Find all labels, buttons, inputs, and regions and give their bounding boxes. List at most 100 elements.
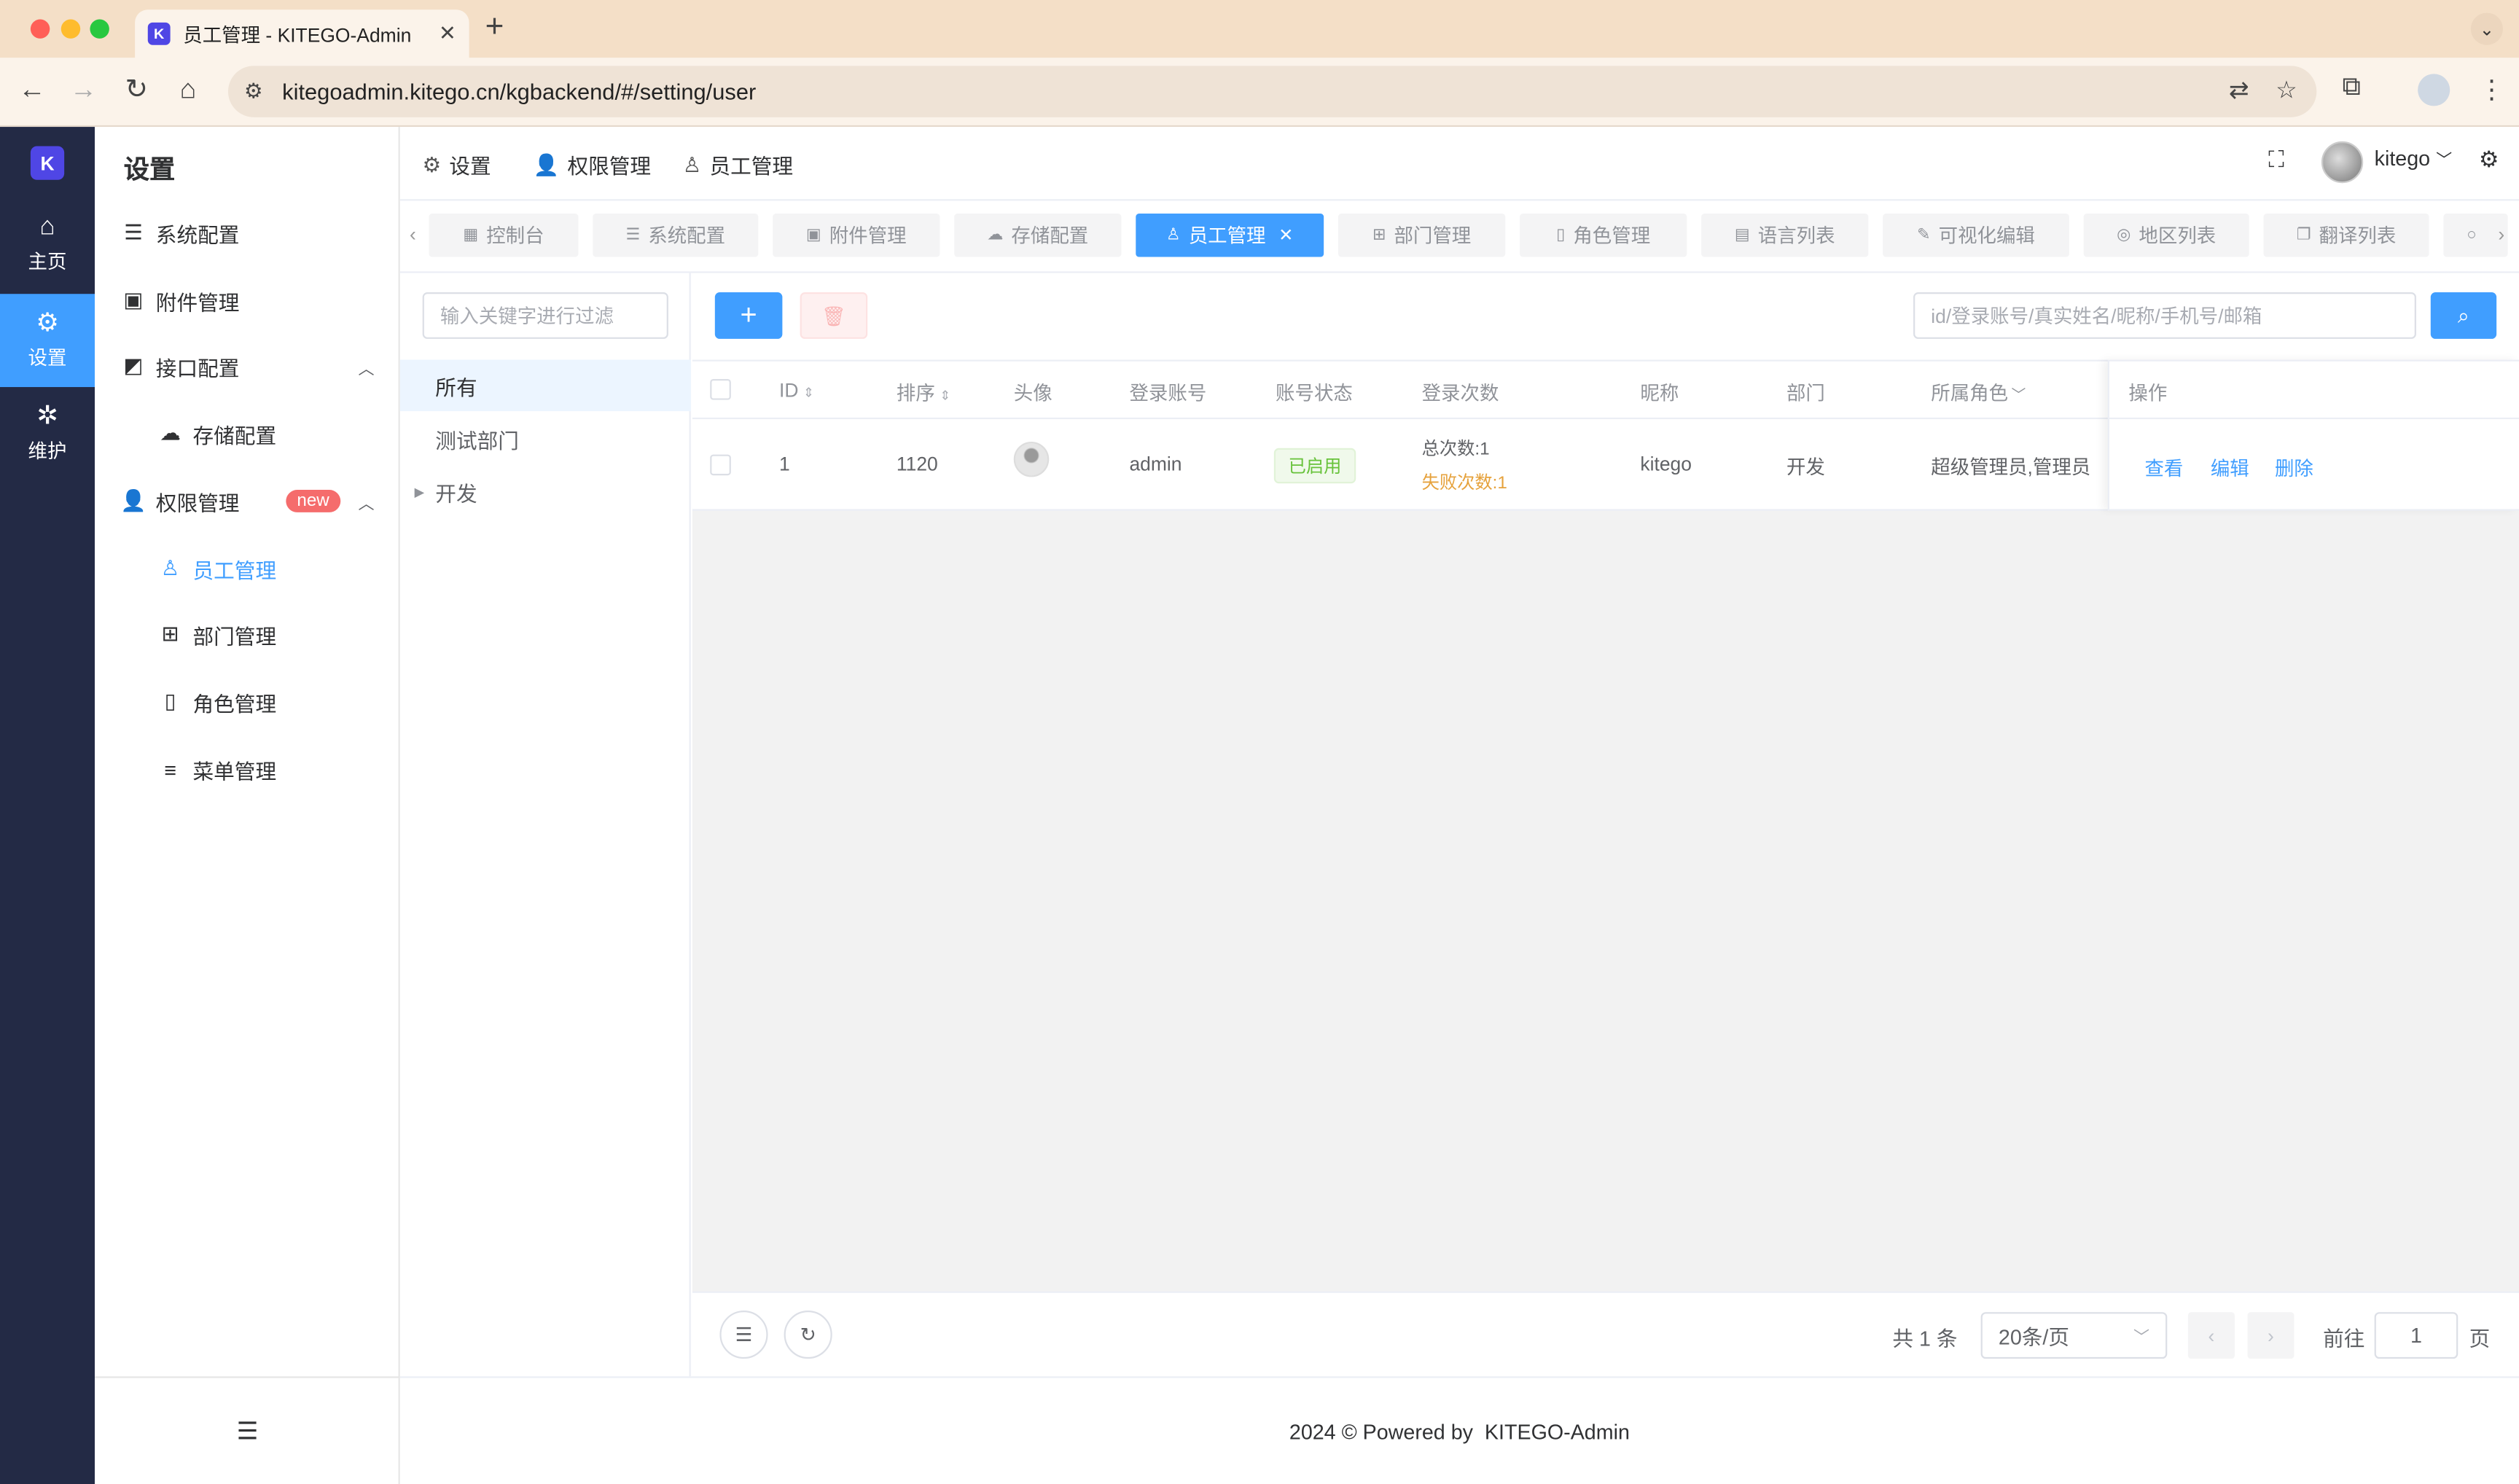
next-page-button[interactable]: › (2247, 1312, 2295, 1359)
prev-page-button[interactable]: ‹ (2187, 1312, 2235, 1359)
maximize-window-button[interactable] (90, 19, 109, 39)
menu-item-system-config[interactable]: ☰ 系统配置 (95, 200, 400, 265)
menu-item-roles[interactable]: ▯ 角色管理 (95, 670, 400, 734)
menu-item-storage-config[interactable]: ☁ 存储配置 (95, 402, 400, 466)
reload-icon[interactable]: ↻ (119, 74, 154, 106)
back-icon[interactable]: ← (15, 74, 50, 106)
column-settings-button[interactable]: ☰ (719, 1311, 768, 1359)
cloud-icon: ☁ (160, 421, 181, 445)
tag-label: 附件管理 (829, 224, 907, 248)
tags-scroll-right-icon[interactable]: › (2498, 223, 2504, 246)
breadcrumb-item-staff: ♙ 员工管理 (683, 149, 793, 180)
book-icon: ▯ (164, 689, 176, 714)
column-header-id[interactable]: ID ⇕ (779, 379, 814, 402)
tag-attachments[interactable]: ▣ 附件管理 (773, 214, 940, 257)
cell-nickname: kitego (1640, 453, 1692, 476)
address-bar[interactable]: ⚙ kitegoadmin.kitego.cn/kgbackend/#/sett… (227, 66, 2317, 117)
search-button[interactable]: ⌕ (2430, 292, 2497, 339)
site-info-icon[interactable]: ⚙ (244, 79, 263, 104)
settings-gear-icon[interactable]: ⚙ (2479, 147, 2499, 173)
row-checkbox[interactable] (710, 454, 731, 476)
profile-avatar[interactable] (2418, 74, 2450, 106)
page-size-select[interactable]: 20条/页 ﹀ (1980, 1312, 2168, 1359)
menu-item-permissions[interactable]: 👤 权限管理 new ︿ (95, 469, 400, 533)
tab-search-button[interactable]: ⌄ (2470, 12, 2503, 45)
sort-icon[interactable]: ⇕ (803, 386, 814, 400)
home-icon[interactable]: ⌂ (171, 74, 206, 106)
cell-failed-logins: 失败次数:1 (1421, 474, 1507, 493)
menu-item-api-config[interactable]: ◩ 接口配置 ︿ (95, 334, 400, 398)
translate-icon[interactable]: ⇄ (2229, 76, 2249, 104)
tree-node-label: 测试部门 (435, 428, 519, 453)
collapse-icon: ☰ (236, 1418, 259, 1446)
tags-scroll-left-icon[interactable]: ‹ (410, 223, 416, 246)
column-label: ID (778, 379, 799, 402)
new-tab-button[interactable]: + (485, 9, 504, 47)
collapse-menu-button[interactable]: ☰ (95, 1376, 400, 1484)
search-input[interactable]: id/登录账号/真实姓名/昵称/手机号/邮箱 (1913, 292, 2416, 339)
column-header-roles[interactable]: 所属角色 ﹀ (1931, 379, 2026, 406)
goto-page-input[interactable]: 1 (2374, 1312, 2459, 1359)
breadcrumb-item-permissions[interactable]: 👤 权限管理 (534, 149, 651, 180)
menu-item-departments[interactable]: ⊞ 部门管理 (95, 602, 400, 666)
fullscreen-icon[interactable]: ⛶ (2268, 147, 2284, 173)
caret-right-icon[interactable]: ▶ (415, 484, 425, 499)
close-tag-icon[interactable]: ✕ (1278, 224, 1293, 246)
browser-menu-icon[interactable]: ⋮ (2479, 74, 2504, 106)
forward-icon[interactable]: → (66, 74, 101, 106)
tag-label: 可视化编辑 (1938, 224, 2035, 248)
user-avatar[interactable] (2321, 141, 2364, 184)
tag-visual-editor[interactable]: ✎ 可视化编辑 (1883, 214, 2069, 257)
tree-node-dev[interactable]: ▶ 开发 (400, 466, 691, 518)
close-window-button[interactable] (30, 19, 50, 39)
tag-departments[interactable]: ⊞ 部门管理 (1337, 214, 1506, 257)
tree-node-all[interactable]: 所有 (399, 359, 691, 412)
menu-item-menus[interactable]: ≡ 菜单管理 (95, 737, 400, 801)
column-header-sort[interactable]: 排序 ⇕ (897, 379, 950, 406)
sort-icon[interactable]: ⇕ (940, 388, 950, 403)
browser-tab[interactable]: K 员工管理 - KITEGO-Admin ✕ (135, 9, 469, 58)
rail-item-maintenance[interactable]: ✲ 维护 (0, 387, 95, 480)
menu-item-label: 接口配置 (155, 356, 240, 380)
tree-node-test-dept[interactable]: 测试部门 (400, 413, 691, 464)
tag-label: 角色管理 (1573, 224, 1651, 248)
user-outline-icon: ♙ (160, 555, 180, 580)
rail-item-home[interactable]: ⌂ 主页 (0, 200, 95, 294)
url-text: kitegoadmin.kitego.cn/kgbackend/#/settin… (282, 78, 757, 105)
chevron-up-icon: ︿ (358, 360, 375, 378)
rail-item-settings[interactable]: ⚙ 设置 (0, 294, 95, 388)
tag-staff[interactable]: ♙ 员工管理 ✕ (1136, 214, 1324, 257)
gear-icon: ⚙ (36, 310, 59, 337)
menu-item-label: 角色管理 (192, 691, 277, 716)
tag-roles[interactable]: ▯ 角色管理 (1520, 214, 1687, 257)
favicon-icon: K (147, 22, 171, 45)
department-filter-input[interactable]: 输入关键字进行过滤 (422, 292, 668, 339)
app-logo[interactable]: K (30, 146, 65, 180)
breadcrumb-item-settings[interactable]: ⚙ 设置 (423, 149, 491, 180)
tag-translations[interactable]: ❐ 翻译列表 (2263, 214, 2429, 257)
menu-item-staff[interactable]: ♙ 员工管理 (95, 536, 400, 601)
user-outline-icon: ♙ (682, 152, 702, 176)
tag-storage-config[interactable]: ☁ 存储配置 (954, 214, 1122, 257)
delete-button[interactable]: 🗑 (800, 292, 868, 339)
close-tab-icon[interactable]: ✕ (439, 21, 456, 47)
tag-label: 存储配置 (1011, 224, 1089, 248)
tag-languages[interactable]: ▤ 语言列表 (1701, 214, 1869, 257)
cloud-icon: ☁ (987, 226, 1004, 244)
tag-regions[interactable]: ◎ 地区列表 (2083, 214, 2249, 257)
image-icon: ▣ (123, 287, 144, 312)
minimize-window-button[interactable] (60, 19, 81, 39)
bookmark-star-icon[interactable]: ☆ (2276, 76, 2297, 104)
tag-dashboard[interactable]: ▦ 控制台 (429, 214, 579, 257)
filter-chevron-icon[interactable]: ﹀ (2012, 387, 2026, 403)
refresh-button[interactable]: ↻ (784, 1311, 832, 1359)
extensions-icon[interactable]: ⧉ (2343, 74, 2361, 103)
add-user-button[interactable]: + (714, 292, 783, 339)
browser-toolbar: ← → ↻ ⌂ ⚙ kitegoadmin.kitego.cn/kgbacken… (0, 58, 2519, 128)
user-outline-icon: ♙ (1165, 226, 1181, 244)
cell-total-logins: 总次数:1 (1421, 440, 1490, 460)
menu-item-attachments[interactable]: ▣ 附件管理 (95, 268, 400, 332)
select-all-checkbox[interactable] (710, 379, 731, 400)
tag-system-config[interactable]: ☰ 系统配置 (593, 214, 759, 257)
user-dropdown[interactable]: kitego ﹀ (2375, 147, 2453, 171)
